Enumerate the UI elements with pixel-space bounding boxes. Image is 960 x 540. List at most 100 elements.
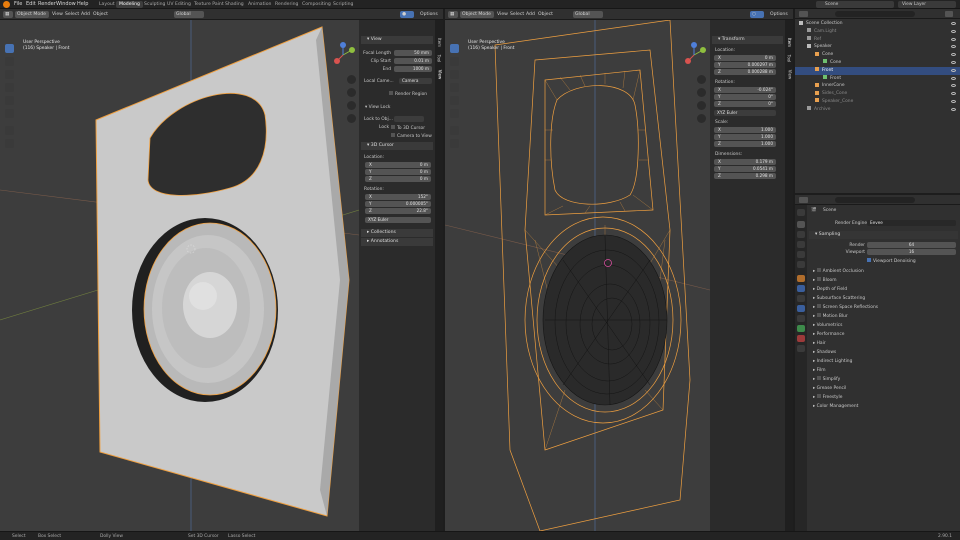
menu-object[interactable]: Object bbox=[536, 11, 555, 18]
outliner-item[interactable]: Speaker_Cone bbox=[795, 98, 960, 106]
render-tab-icon[interactable] bbox=[797, 221, 805, 228]
properties-search-input[interactable] bbox=[835, 197, 915, 203]
sampling-panel-header[interactable]: ▾ Sampling bbox=[809, 231, 958, 239]
visibility-eye-icon[interactable] bbox=[951, 99, 956, 103]
orientation-dropdown[interactable]: Global bbox=[573, 11, 603, 18]
visibility-eye-icon[interactable] bbox=[951, 76, 956, 80]
menu-window[interactable]: Window bbox=[56, 1, 76, 8]
move-tool-icon[interactable] bbox=[450, 70, 459, 79]
zoom-icon[interactable] bbox=[347, 75, 356, 84]
texture-tab-icon[interactable] bbox=[797, 345, 805, 352]
shading-wireframe-button[interactable]: ○ bbox=[750, 11, 764, 18]
outliner-item[interactable]: Speaker bbox=[795, 43, 960, 51]
cursor-loc-y-field[interactable]: Y 0 m bbox=[365, 169, 431, 175]
render-region-checkbox[interactable]: Render Region bbox=[389, 91, 427, 97]
outliner-search-input[interactable] bbox=[835, 11, 915, 17]
visibility-eye-icon[interactable] bbox=[951, 92, 956, 96]
outliner-editor-type-icon[interactable] bbox=[799, 11, 808, 17]
left-viewport[interactable]: User Perspective (116) Speaker | Front bbox=[0, 20, 359, 531]
tab-tool[interactable]: Tool bbox=[786, 55, 791, 63]
render-panel-header[interactable]: ▸ Subsurface Scattering bbox=[809, 294, 958, 303]
render-panel-header[interactable]: ▸ Hair bbox=[809, 339, 958, 348]
scale-tool-icon[interactable] bbox=[5, 96, 14, 105]
loc-z-field[interactable]: Z 0.000288 m bbox=[714, 69, 776, 75]
navigation-gizmo-icon[interactable] bbox=[681, 42, 707, 68]
tab-item[interactable]: Item bbox=[437, 38, 442, 47]
editor-type-button[interactable]: ▦ bbox=[448, 11, 458, 18]
cursor-rot-z-field[interactable]: Z 22.8° bbox=[365, 208, 431, 214]
rotation-mode-dropdown[interactable]: XYZ Euler bbox=[714, 110, 776, 116]
loc-y-field[interactable]: Y 0.000297 m bbox=[714, 62, 776, 68]
tab-animation[interactable]: Animation bbox=[245, 1, 274, 8]
left-viewport-render[interactable] bbox=[0, 20, 359, 531]
output-tab-icon[interactable] bbox=[797, 231, 805, 238]
tab-view[interactable]: View bbox=[787, 70, 792, 80]
scene-tab-icon[interactable] bbox=[797, 251, 805, 258]
camera-to-view-checkbox[interactable]: Camera to View bbox=[391, 133, 432, 139]
cursor-rot-y-field[interactable]: Y 0.000005° bbox=[365, 201, 431, 207]
transform-tool-icon[interactable] bbox=[450, 109, 459, 118]
properties-editor-type-icon[interactable] bbox=[799, 197, 808, 203]
render-panel-header[interactable]: ▸ Depth of Field bbox=[809, 285, 958, 294]
scale-x-field[interactable]: X 1.000 bbox=[714, 127, 776, 133]
particles-tab-icon[interactable] bbox=[797, 295, 805, 302]
camera-view-icon[interactable] bbox=[347, 101, 356, 110]
panel-enable-checkbox[interactable] bbox=[816, 304, 821, 308]
visibility-eye-icon[interactable] bbox=[951, 68, 956, 72]
render-panel-header[interactable]: ▸ Film bbox=[809, 366, 958, 375]
menu-add[interactable]: Add bbox=[79, 11, 92, 18]
camera-view-icon[interactable] bbox=[697, 101, 706, 110]
collections-panel-header[interactable]: ▸ Collections bbox=[361, 229, 433, 237]
panel-enable-checkbox[interactable] bbox=[816, 313, 821, 317]
scale-z-field[interactable]: Z 1.000 bbox=[714, 141, 776, 147]
tab-scripting[interactable]: Scripting bbox=[330, 1, 356, 8]
view-layer-tab-icon[interactable] bbox=[797, 241, 805, 248]
transform-tool-icon[interactable] bbox=[5, 109, 14, 118]
scale-y-field[interactable]: Y 1.000 bbox=[714, 134, 776, 140]
tab-view[interactable]: View bbox=[437, 70, 442, 80]
outliner-item[interactable]: Sides_Cone bbox=[795, 90, 960, 98]
measure-tool-icon[interactable] bbox=[450, 139, 459, 148]
tool-tab-icon[interactable] bbox=[797, 209, 805, 216]
blender-logo-icon[interactable] bbox=[3, 1, 10, 8]
right-viewport[interactable]: User Perspective (116) Speaker | Front bbox=[445, 20, 710, 531]
render-panel-header[interactable]: ▸ Color Management bbox=[809, 402, 958, 411]
visibility-eye-icon[interactable] bbox=[951, 84, 956, 88]
render-panel-header[interactable]: ▸ Ambient Occlusion bbox=[809, 267, 958, 276]
mode-dropdown[interactable]: Object Mode bbox=[460, 11, 494, 18]
orientation-dropdown[interactable]: Global bbox=[174, 11, 204, 18]
menu-help[interactable]: Help bbox=[77, 1, 88, 8]
outliner-item[interactable]: Scene Collection bbox=[795, 20, 960, 28]
rot-y-field[interactable]: Y 0° bbox=[714, 94, 776, 100]
view-panel-header[interactable]: ▾ View bbox=[361, 36, 433, 44]
cursor-loc-x-field[interactable]: X 0 m bbox=[365, 162, 431, 168]
visibility-eye-icon[interactable] bbox=[951, 37, 956, 41]
annotate-tool-icon[interactable] bbox=[450, 126, 459, 135]
viewport-samples-field[interactable]: 16 bbox=[867, 249, 956, 255]
visibility-eye-icon[interactable] bbox=[951, 22, 956, 25]
panel-enable-checkbox[interactable] bbox=[816, 277, 821, 281]
render-panel-header[interactable]: ▸ Bloom bbox=[809, 276, 958, 285]
panel-enable-checkbox[interactable] bbox=[816, 394, 821, 398]
visibility-eye-icon[interactable] bbox=[951, 29, 956, 33]
annotations-panel-header[interactable]: ▸ Annotations bbox=[361, 238, 433, 246]
render-panel-header[interactable]: ▸ Grease Pencil bbox=[809, 384, 958, 393]
tab-shading[interactable]: Shading bbox=[222, 1, 247, 8]
measure-tool-icon[interactable] bbox=[5, 139, 14, 148]
tab-tool[interactable]: Tool bbox=[436, 55, 441, 63]
focal-length-field[interactable]: 50 mm bbox=[394, 50, 432, 56]
local-camera-field[interactable]: Camera bbox=[399, 78, 432, 84]
cursor-rot-x-field[interactable]: X 152° bbox=[365, 194, 431, 200]
render-panel-header[interactable]: ▸ Volumetrics bbox=[809, 321, 958, 330]
render-panel-header[interactable]: ▸ Simplify bbox=[809, 375, 958, 384]
select-tool-icon[interactable] bbox=[450, 44, 459, 53]
clip-end-field[interactable]: 1000 m bbox=[394, 66, 432, 72]
cursor-loc-z-field[interactable]: Z 0 m bbox=[365, 176, 431, 182]
tab-rendering[interactable]: Rendering bbox=[272, 1, 301, 8]
object-tab-icon[interactable] bbox=[797, 275, 805, 282]
dim-x-field[interactable]: X 0.179 m bbox=[714, 159, 776, 165]
outliner-item[interactable]: Cone bbox=[795, 51, 960, 59]
render-panel-header[interactable]: ▸ Screen Space Reflections bbox=[809, 303, 958, 312]
navigation-gizmo-icon[interactable] bbox=[330, 42, 356, 68]
editor-type-button[interactable]: ▦ bbox=[3, 11, 13, 18]
